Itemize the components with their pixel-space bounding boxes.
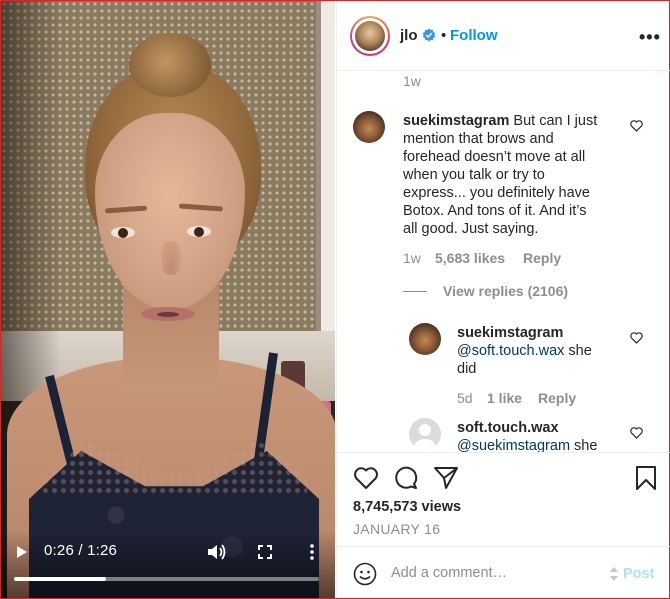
reply-likes[interactable]: 1 like xyxy=(487,390,522,406)
follow-button[interactable]: Follow xyxy=(450,27,498,44)
mouth xyxy=(141,307,195,321)
comment-line: Botox. And tons of it. And it’s xyxy=(403,203,587,219)
reply-mention[interactable]: @soft.touch.wax xyxy=(457,343,564,359)
reply-text: did xyxy=(457,361,477,377)
reply-body: soft.touch.wax @suekimstagram she xyxy=(457,419,633,452)
video-player[interactable] xyxy=(1,1,335,598)
reply-button[interactable]: Reply xyxy=(523,250,561,266)
heart-icon[interactable] xyxy=(630,332,643,344)
nose xyxy=(161,241,181,275)
comment-line: mention that brows and xyxy=(403,131,554,147)
reply-button[interactable]: Reply xyxy=(538,390,576,406)
video-time: 0:26 / 1:26 xyxy=(44,542,118,559)
header-separator: • xyxy=(441,27,447,44)
post-panel: jlo • Follow ••• 1w suekimstagram But ca… xyxy=(336,1,670,598)
more-vertical-icon[interactable] xyxy=(306,543,318,561)
comment-time: 1w xyxy=(403,250,421,266)
reply-time: 5d xyxy=(457,390,473,406)
comments-list[interactable]: 1w suekimstagram But can I just mention … xyxy=(337,72,670,452)
reply-avatar[interactable] xyxy=(409,418,441,450)
avatar-image xyxy=(355,21,385,51)
comment-icon[interactable] xyxy=(393,465,419,491)
comment-body: suekimstagram But can I just mention tha… xyxy=(403,112,635,238)
comment-username[interactable]: suekimstagram xyxy=(403,113,509,129)
avatar[interactable] xyxy=(350,16,390,56)
reply-text: she xyxy=(564,343,592,359)
heart-icon[interactable] xyxy=(630,120,643,132)
comment-line: forehead doesn’t move at all xyxy=(403,149,586,165)
video-controls xyxy=(1,530,335,598)
reply-body: suekimstagram @soft.touch.wax she did xyxy=(457,324,633,378)
comment-likes[interactable]: 5,683 likes xyxy=(435,250,505,266)
reply-username[interactable]: soft.touch.wax xyxy=(457,420,559,436)
video-progress-fill xyxy=(14,577,107,581)
add-comment-bar: Post xyxy=(337,546,670,598)
reply-username[interactable]: suekimstagram xyxy=(457,325,563,341)
hair-bun xyxy=(129,33,211,97)
chevron-updown-icon xyxy=(610,567,618,581)
reply-avatar[interactable] xyxy=(409,323,441,355)
verified-badge-icon xyxy=(422,28,436,42)
post-date[interactable]: JANUARY 16 xyxy=(353,521,440,537)
comment-line: all good. Just saying. xyxy=(403,221,539,237)
bookmark-icon[interactable] xyxy=(633,465,659,491)
header-username[interactable]: jlo xyxy=(400,27,418,44)
caption-time: 1w xyxy=(403,73,421,89)
emoji-icon[interactable] xyxy=(353,562,377,586)
right-eye xyxy=(187,226,211,237)
options-button[interactable]: ••• xyxy=(639,27,661,48)
left-eye xyxy=(111,227,135,238)
comment-line: express... you definitely have xyxy=(403,185,590,201)
door-frame xyxy=(321,1,335,381)
comment-avatar[interactable] xyxy=(353,111,385,143)
replies-divider xyxy=(403,291,427,292)
view-count[interactable]: 8,745,573 views xyxy=(353,499,461,515)
volume-icon[interactable] xyxy=(206,543,226,561)
post-actions: 8,745,573 views JANUARY 16 xyxy=(337,452,670,546)
heart-icon[interactable] xyxy=(630,427,643,439)
reply-text: she xyxy=(570,438,598,452)
video-progress-bar[interactable] xyxy=(14,577,319,581)
comment-input[interactable] xyxy=(391,561,611,585)
post-button[interactable]: Post xyxy=(623,566,654,582)
post-header: jlo • Follow ••• xyxy=(337,1,670,71)
play-icon[interactable] xyxy=(16,545,28,559)
comment-line: when you talk or try to xyxy=(403,167,545,183)
view-replies-button[interactable]: View replies (2106) xyxy=(443,283,568,299)
heart-icon[interactable] xyxy=(353,465,379,491)
avatar-border xyxy=(352,18,388,54)
fullscreen-icon[interactable] xyxy=(258,545,272,559)
reply-mention[interactable]: @suekimstagram xyxy=(457,438,570,452)
share-icon[interactable] xyxy=(433,465,459,491)
comment-line: But can I just xyxy=(513,113,598,129)
